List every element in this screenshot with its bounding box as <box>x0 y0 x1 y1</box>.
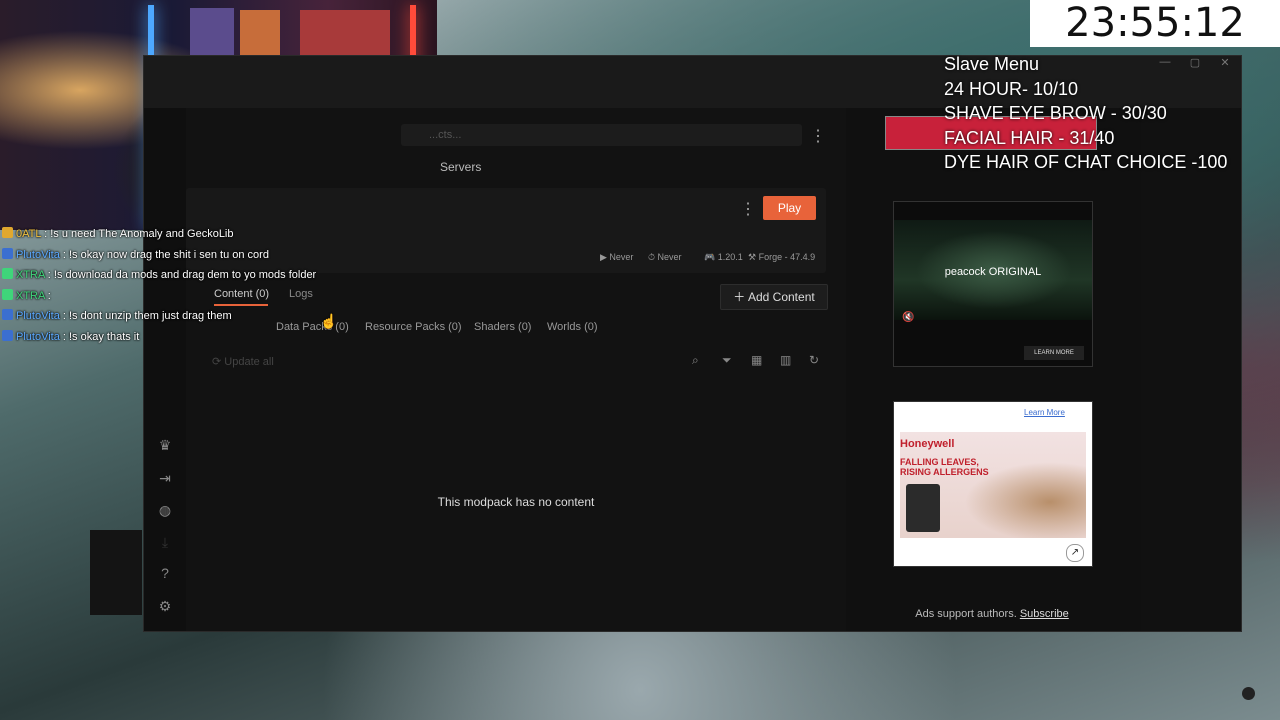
menu-item: SHAVE EYE BROW - 30/30 <box>944 103 1167 123</box>
subtab-resource-packs[interactable]: Resource Packs (0) <box>365 321 462 333</box>
ad-headline: FALLING LEAVES, RISING ALLERGENS <box>900 457 989 477</box>
content-area <box>186 108 846 631</box>
mouse-cursor-icon: ☝ <box>320 313 338 329</box>
update-all-label: Update all <box>224 356 274 368</box>
subscribe-link[interactable]: Subscribe <box>1020 608 1069 620</box>
chat-text: : !s dont unzip them just drag them <box>59 310 232 323</box>
chat-message: PlutoVita : !s okay now drag the shit i … <box>0 247 360 269</box>
countdown-timer: 23:55:12 <box>1030 0 1280 47</box>
chat-message: PlutoVita : !s okay thats it <box>0 329 360 351</box>
search-input[interactable]: ...cts... <box>401 124 802 146</box>
chat-username: PlutoVita <box>16 248 60 261</box>
chat-message: 0ATL : !s u need The Anomaly and GeckoLi… <box>0 227 360 248</box>
chat-overlay: 0ATL : !s u need The Anomaly and GeckoLi… <box>0 227 360 351</box>
stream-menu-overlay: Slave Menu 24 HOUR- 10/10 SHAVE EYE BROW… <box>944 52 1227 175</box>
update-all-button[interactable]: ⟳ Update all <box>212 355 274 368</box>
chat-text: : !s download da mods and drag dem to yo… <box>44 269 317 282</box>
play-button[interactable]: Play <box>763 196 816 220</box>
ad-learn-more-button[interactable]: LEARN MORE <box>1024 346 1084 360</box>
chat-username: XTRA <box>16 289 45 302</box>
tab-servers[interactable]: Servers <box>440 160 481 174</box>
mute-icon[interactable]: 🔇 <box>902 312 914 323</box>
columns-icon[interactable]: ▥ <box>780 353 791 367</box>
add-content-label: Add Content <box>747 290 815 304</box>
badge-icon <box>2 247 13 259</box>
menu-item: 24 HOUR- 10/10 <box>944 78 1079 99</box>
instance-menu-icon[interactable]: ⋮ <box>740 199 756 219</box>
badge-icon <box>2 268 13 280</box>
air-purifier-image <box>906 484 940 532</box>
chat-text: : <box>44 289 51 302</box>
ad-learn-more-link[interactable]: Learn More <box>1024 408 1065 417</box>
chat-text: : !s okay thats it <box>59 330 140 343</box>
record-indicator-icon <box>1242 687 1255 700</box>
filter-icon[interactable]: ⏷ <box>722 353 732 368</box>
played-time-value: Never <box>657 252 682 262</box>
crown-icon[interactable]: ♛ <box>152 434 178 456</box>
played-time-meta: ⏱ Never <box>648 252 682 262</box>
ad-title: peacock ORIGINAL <box>944 266 1042 278</box>
chat-message: XTRA : <box>0 288 360 310</box>
ad-support-note: Ads support authors. Subscribe <box>893 608 1091 620</box>
settings-gear-icon[interactable]: ⚙ <box>152 595 178 617</box>
grid-view-icon[interactable]: ▦ <box>751 353 762 367</box>
help-icon[interactable]: ? <box>152 562 178 584</box>
game-version-value: 1.20.1 <box>717 252 743 262</box>
add-content-button[interactable]: ＋ Add Content <box>720 284 828 310</box>
chat-text: : !s okay now drag the shit i sen tu on … <box>59 248 269 261</box>
chat-username: XTRA <box>16 269 45 282</box>
badge-icon <box>2 309 13 321</box>
badge-icon <box>2 227 13 238</box>
chat-username: 0ATL <box>16 228 42 240</box>
chat-message: PlutoVita : !s dont unzip them just drag… <box>0 309 360 330</box>
chat-username: PlutoVita <box>16 310 60 323</box>
menu-item: DYE HAIR OF CHAT CHOICE -100 <box>944 152 1228 172</box>
chat-text: : !s u need The Anomaly and GeckoLib <box>41 228 234 240</box>
chat-username: PlutoVita <box>16 330 60 343</box>
badge-icon <box>2 329 13 341</box>
badge-icon <box>2 288 13 300</box>
empty-state-message: This modpack has no content <box>437 495 595 509</box>
menu-item: FACIAL HAIR - 31/40 <box>944 127 1115 148</box>
last-played-meta: ▶ Never <box>600 252 634 262</box>
game-version-meta: 🎮 1.20.1 <box>704 252 743 262</box>
external-link-icon[interactable]: ↗ <box>1066 544 1084 562</box>
display-ad[interactable]: Learn More Honeywell FALLING LEAVES, RIS… <box>893 401 1093 567</box>
search-icon[interactable]: ⌕ <box>692 353 699 368</box>
download-icon[interactable]: ⤓ <box>152 531 178 553</box>
subtab-worlds[interactable]: Worlds (0) <box>547 321 598 333</box>
ad-support-text: Ads support authors. <box>915 608 1017 620</box>
refresh-icon[interactable]: ↻ <box>809 353 819 367</box>
menu-title: Slave Menu <box>944 54 1040 74</box>
loader-value: Forge - 47.4.9 <box>758 252 816 262</box>
nav-rail: ♛ ⇥ ◍ ⤓ ? ⚙ <box>144 108 187 631</box>
login-icon[interactable]: ⇥ <box>152 467 178 489</box>
chat-message: XTRA : !s download da mods and drag dem … <box>0 268 360 289</box>
globe-icon[interactable]: ◍ <box>152 499 178 521</box>
background-launcher-window <box>90 530 142 615</box>
last-played-value: Never <box>609 252 634 262</box>
loader-meta: ⚒ Forge - 47.4.9 <box>748 252 816 262</box>
subtab-shaders[interactable]: Shaders (0) <box>474 321 531 333</box>
ad-brand: Honeywell <box>900 438 955 450</box>
video-ad[interactable]: peacock ORIGINAL 🔇 LEARN MORE <box>893 201 1093 367</box>
more-options-icon[interactable]: ⋮ <box>810 126 826 146</box>
